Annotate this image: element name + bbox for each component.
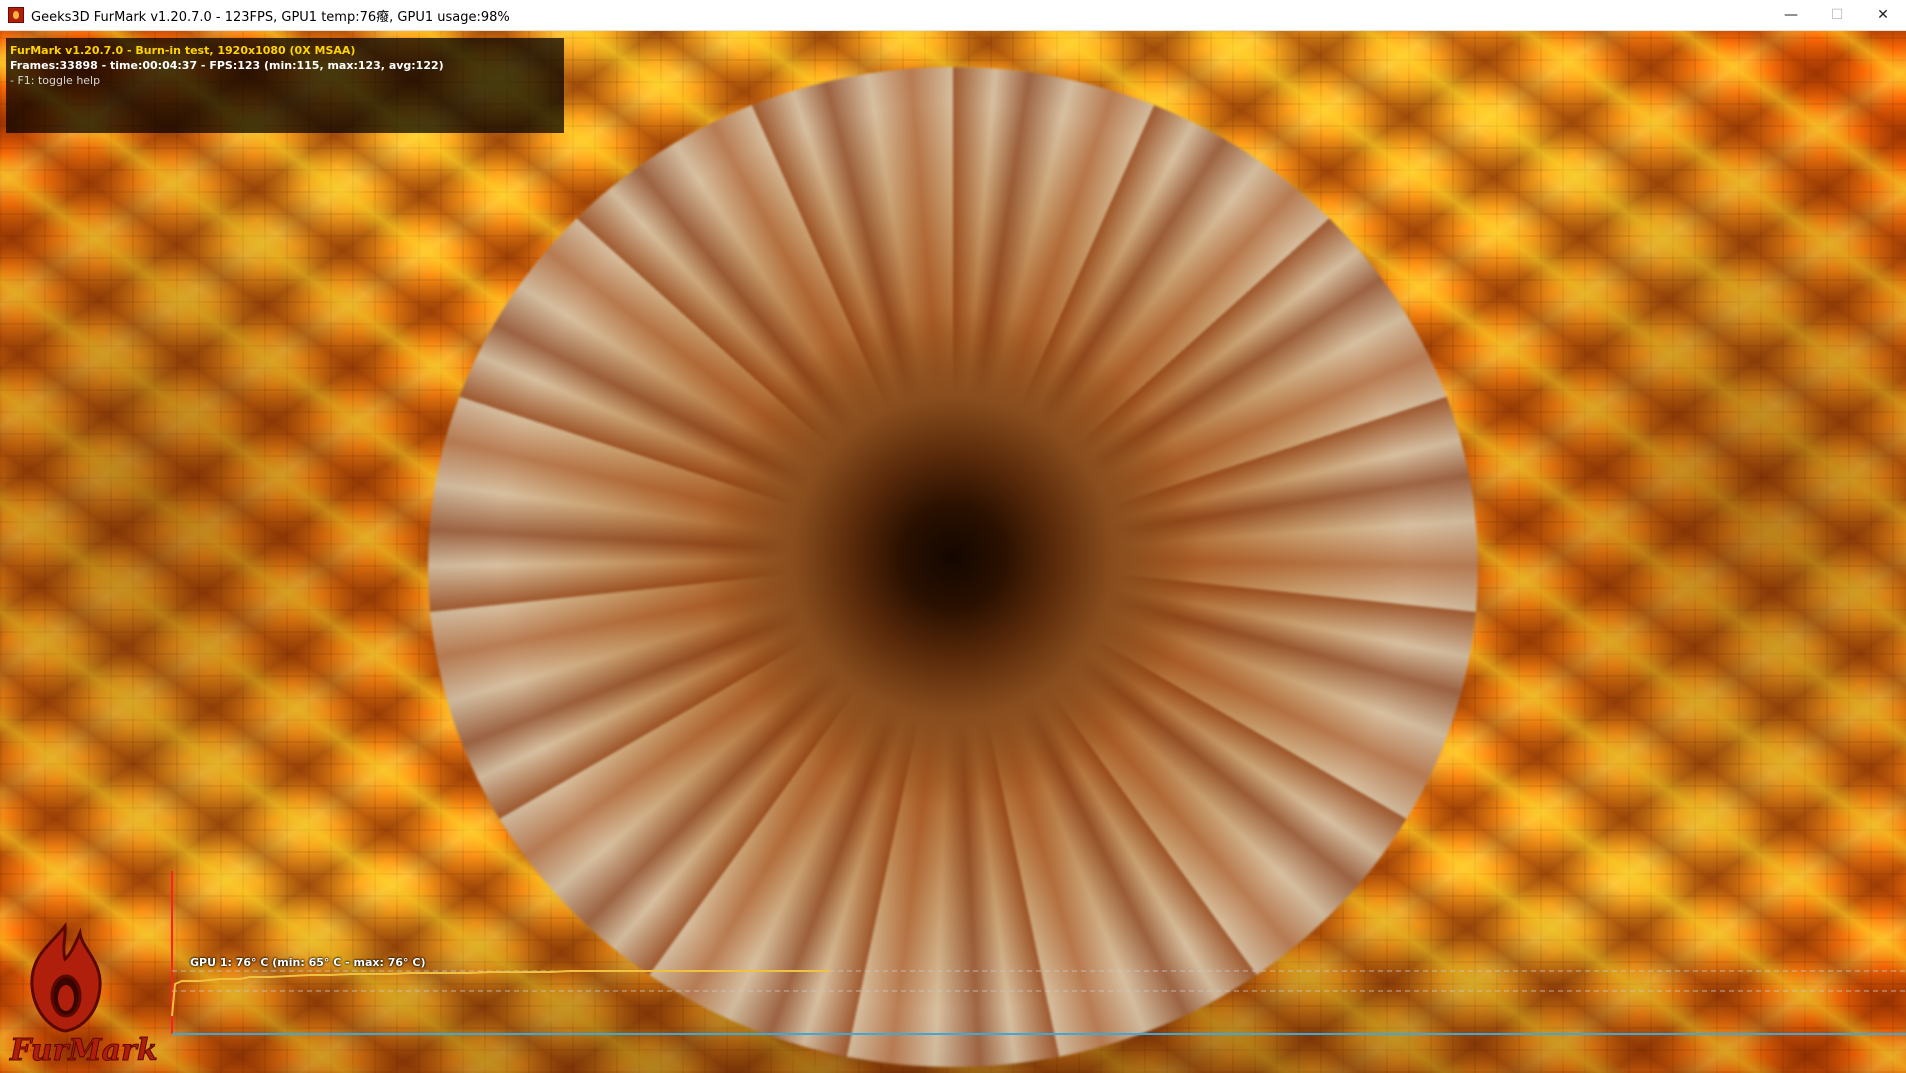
furmark-logo: FurMark [10, 921, 160, 1071]
window-title: Geeks3D FurMark v1.20.7.0 - 123FPS, GPU1… [31, 9, 510, 25]
maximize-button[interactable]: ☐ [1814, 0, 1860, 30]
close-button[interactable]: ✕ [1860, 0, 1906, 30]
temperature-graph-svg [171, 871, 1906, 1035]
hud-help: - F1: toggle help [10, 74, 101, 87]
temperature-label: GPU 1: 76° C (min: 65° C - max: 76° C) [190, 956, 426, 969]
title-bar[interactable]: Geeks3D FurMark v1.20.7.0 - 123FPS, GPU1… [0, 0, 1906, 31]
furmark-logo-text: FurMark [10, 1033, 159, 1069]
hud-title: FurMark v1.20.7.0 - Burn-in test, 1920x1… [10, 44, 356, 57]
furmark-app-icon[interactable] [8, 7, 24, 23]
render-viewport[interactable]: FurMark v1.20.7.0 - Burn-in test, 1920x1… [0, 31, 1906, 1073]
minimize-button[interactable]: — [1768, 0, 1814, 30]
temperature-graph: GPU 1: 76° C (min: 65° C - max: 76° C) [170, 871, 1906, 1036]
hud-overlay: FurMark v1.20.7.0 - Burn-in test, 1920x1… [6, 38, 564, 133]
hud-stats: Frames:33898 - time:00:04:37 - FPS:123 (… [10, 59, 444, 72]
temperature-line [171, 970, 830, 1017]
window-controls: — ☐ ✕ [1768, 0, 1906, 30]
furmark-flame-icon [30, 921, 102, 1033]
furmark-window: Geeks3D FurMark v1.20.7.0 - 123FPS, GPU1… [0, 0, 1906, 1073]
